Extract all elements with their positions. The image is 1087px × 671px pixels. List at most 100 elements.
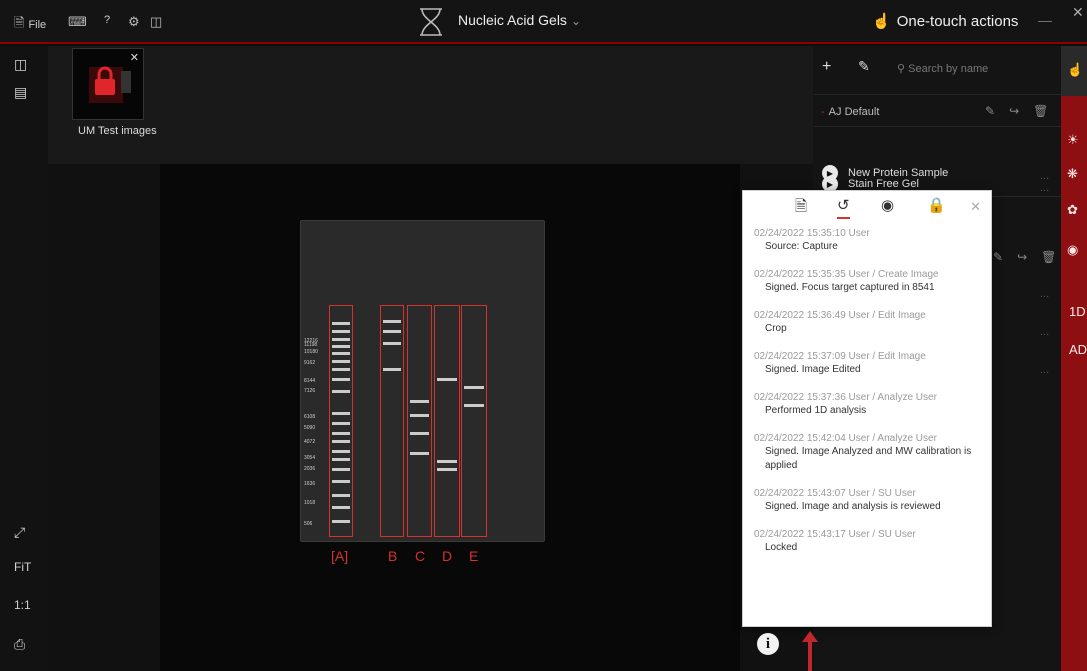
search-input: Search by name: [908, 63, 989, 75]
lane-label: C: [415, 548, 426, 564]
sidebar-ad[interactable]: AD: [1069, 342, 1087, 357]
print-icon[interactable]: ⎙: [14, 636, 25, 653]
lane-label: D: [442, 548, 453, 564]
title-bar: 🗎 File ⌨ ? ⚙ ◫ Nucleic Acid Gels ⌄ ☝ One-…: [0, 0, 1087, 44]
history-entry-desc: Signed. Image Analyzed and MW calibratio…: [765, 446, 972, 471]
more-icon[interactable]: ...: [1040, 326, 1049, 338]
lock-icon[interactable]: 🔒: [927, 196, 946, 214]
gel-band: [410, 414, 429, 417]
search-field[interactable]: ⚲ Search by name: [897, 62, 988, 75]
mw-label: 11198: [304, 342, 318, 348]
more-icon[interactable]: ...: [1040, 364, 1049, 376]
gel-band: [332, 390, 350, 393]
app-title: Nucleic Acid Gels: [458, 12, 567, 28]
app-title-dropdown[interactable]: Nucleic Acid Gels ⌄: [458, 12, 581, 28]
arrow-shaft: [808, 640, 812, 671]
gel-band: [410, 452, 429, 455]
expand-icon[interactable]: ⤢: [14, 524, 25, 541]
lane-box[interactable]: [461, 305, 487, 537]
lane-label: [A]: [331, 548, 349, 564]
collapse-icon: -: [821, 106, 825, 118]
group-header[interactable]: - AJ Default: [821, 106, 879, 118]
plus-icon[interactable]: +: [822, 58, 831, 76]
history-entry-desc: Locked: [765, 542, 798, 553]
gel-band: [437, 378, 457, 381]
history-icon[interactable]: ↺: [837, 196, 850, 219]
one-touch-actions[interactable]: ☝ One-touch actions: [872, 12, 1018, 31]
gel-band: [332, 506, 350, 509]
display-icon[interactable]: ◫: [150, 14, 162, 30]
history-entry: 02/24/2022 15:37:09 User / Edit Image Sig…: [754, 350, 986, 377]
trash-icon[interactable]: 🗑: [1041, 250, 1056, 264]
fit-button[interactable]: FiT: [14, 560, 31, 574]
close-icon[interactable]: ✕: [970, 199, 981, 215]
history-entry-desc: Signed. Focus target captured in 8541: [765, 282, 935, 293]
close-window-button[interactable]: ✕: [1072, 4, 1084, 21]
gel-band: [383, 320, 401, 323]
lane-box[interactable]: [380, 305, 404, 537]
divider: [814, 94, 1061, 95]
folder-icon[interactable]: ◫: [14, 56, 27, 73]
mw-label: 3054: [304, 455, 316, 461]
gel-band: [332, 520, 350, 523]
gel-band: [332, 440, 350, 443]
bulb-icon[interactable]: ☀: [1067, 132, 1079, 148]
filter-icon[interactable]: ✿: [1067, 202, 1078, 218]
history-entry-meta: 02/24/2022 15:43:17 User / SU User: [754, 529, 916, 540]
mw-label: 1018: [304, 500, 316, 506]
one-to-one-button[interactable]: 1:1: [14, 598, 31, 612]
file-menu[interactable]: 🗎 File: [14, 14, 46, 36]
pencil-icon[interactable]: ✎: [985, 104, 995, 118]
mw-label: 6108: [304, 414, 316, 420]
camera-icon[interactable]: ◉: [1067, 242, 1078, 258]
history-entry-meta: 02/24/2022 15:43:07 User / SU User: [754, 488, 916, 499]
mw-label: 10180: [304, 349, 318, 355]
more-icon[interactable]: ...: [1040, 170, 1049, 182]
close-icon[interactable]: ✕: [130, 51, 139, 64]
sidebar-1d[interactable]: 1D: [1069, 304, 1086, 319]
protocol-label: Stain Free Gel: [848, 178, 919, 190]
gel-band: [437, 460, 457, 463]
gel-band: [332, 368, 350, 371]
mw-label: 8144: [304, 378, 316, 384]
gel-band: [332, 494, 350, 497]
keyboard-icon[interactable]: ⌨: [68, 14, 87, 30]
export-icon[interactable]: ↪: [1009, 104, 1019, 118]
group-tools: ✎ ↪ 🗑: [993, 250, 1056, 264]
touch-icon[interactable]: ☝: [1067, 62, 1083, 78]
export-icon[interactable]: ↪: [1017, 250, 1027, 264]
more-icon[interactable]: ...: [1040, 182, 1049, 194]
history-entry-meta: 02/24/2022 15:36:49 User / Edit Image: [754, 310, 926, 321]
history-entry-desc: Source: Capture: [765, 241, 838, 252]
camera-icon[interactable]: ◉: [881, 196, 894, 214]
history-popup: 🗎 ↺ ◉ 🔒 ✕ 02/24/2022 15:35:10 User Source…: [742, 190, 992, 627]
history-entry: 02/24/2022 15:42:04 User / Analyze User S…: [754, 432, 986, 473]
trash-icon[interactable]: 🗑: [1033, 104, 1048, 118]
file-icon: 🗎: [14, 15, 25, 30]
history-list: 02/24/2022 15:35:10 User Source: Capture 0…: [754, 227, 986, 569]
history-entry: 02/24/2022 15:35:10 User Source: Capture: [754, 227, 986, 254]
pencil-icon[interactable]: ✎: [993, 250, 1003, 264]
gel-band: [332, 412, 350, 415]
more-icon[interactable]: ...: [1040, 288, 1049, 300]
gear-icon[interactable]: ⚙: [128, 14, 140, 30]
gel-band: [332, 322, 350, 325]
aperture-icon[interactable]: ❋: [1067, 166, 1078, 182]
gel-band: [437, 468, 457, 471]
gel-band: [332, 338, 350, 341]
lane-box[interactable]: [407, 305, 432, 537]
history-entry-meta: 02/24/2022 15:35:10 User: [754, 228, 870, 239]
document-icon[interactable]: 🗎: [795, 196, 807, 221]
history-entry-desc: Crop: [765, 323, 787, 334]
gel-band: [332, 360, 350, 363]
edit-icon[interactable]: ✎: [858, 58, 870, 75]
gel-band: [332, 458, 350, 461]
info-button[interactable]: i: [757, 633, 779, 655]
save-icon[interactable]: ▤: [14, 84, 27, 101]
minimize-button[interactable]: —: [1038, 12, 1052, 28]
help-button[interactable]: ?: [104, 14, 110, 26]
mw-label: 9162: [304, 360, 316, 366]
image-thumbnail[interactable]: ✕: [72, 48, 144, 120]
right-sidebar: ☝ ☀ ❋ ✿ ◉ 1D AD: [1061, 46, 1087, 671]
lane-box[interactable]: [434, 305, 460, 537]
